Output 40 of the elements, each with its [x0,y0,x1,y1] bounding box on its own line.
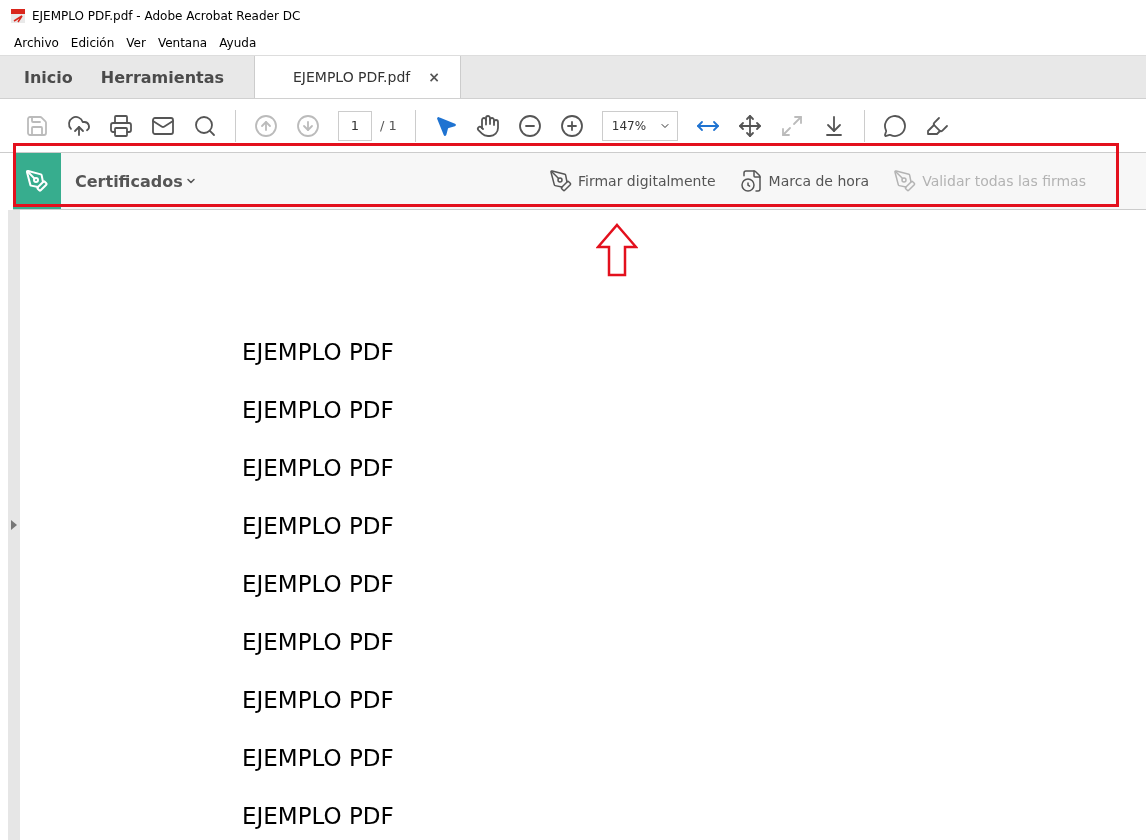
tab-title: EJEMPLO PDF.pdf [293,69,411,85]
menu-item[interactable]: Ver [122,36,150,50]
document-text: EJEMPLO PDF [242,512,395,540]
page-number-field[interactable]: 1 [338,110,372,141]
fit-page-icon[interactable] [737,113,762,138]
close-button[interactable]: × [428,69,440,85]
upload-icon[interactable] [67,113,91,138]
document-text: EJEMPLO PDF [242,744,395,772]
menu-item[interactable]: Edición [66,36,119,50]
document-tab[interactable]: EJEMPLO PDF.pdf × [254,56,461,98]
document-text: EJEMPLO PDF [242,396,395,424]
expand-triangle-icon [11,520,17,530]
zoom-dropdown[interactable]: 147% [601,110,678,141]
window-title: EJEMPLO PDF.pdf - Adobe Acrobat Reader DC [32,8,301,23]
document-text: EJEMPLO PDF [242,628,395,656]
printer-icon[interactable] [109,113,133,138]
document-text: EJEMPLO PDF [242,570,395,598]
pen-icon [549,169,573,193]
toolbar-action[interactable]: Marca de hora [739,169,870,193]
pen-icon [893,169,918,193]
certificates-menu[interactable]: Certificados [75,171,197,191]
pdf-file-icon [10,7,26,24]
nav-tab[interactable]: Herramientas [86,56,238,98]
up-arrow-annotation [596,223,638,277]
menu-item[interactable]: Ayuda [215,36,261,50]
menu-item[interactable]: Archivo [10,36,63,50]
clock-document-icon [739,169,764,193]
document-text: EJEMPLO PDF [242,802,395,830]
toolbar-action[interactable]: Firmar digitalmente [549,169,716,193]
comment-icon[interactable] [882,113,907,138]
search-icon[interactable] [193,113,217,138]
page-total: / 1 [380,118,397,133]
hand-icon[interactable] [475,113,500,138]
zoom-out-icon[interactable] [517,113,542,138]
nav-tab[interactable]: Inicio [10,56,87,98]
document-text: EJEMPLO PDF [242,454,395,482]
document-text: EJEMPLO PDF [242,686,395,714]
document-text: EJEMPLO PDF [242,338,395,366]
menu-item[interactable]: Ventana [153,36,212,50]
zoom-in-icon[interactable] [559,113,584,138]
